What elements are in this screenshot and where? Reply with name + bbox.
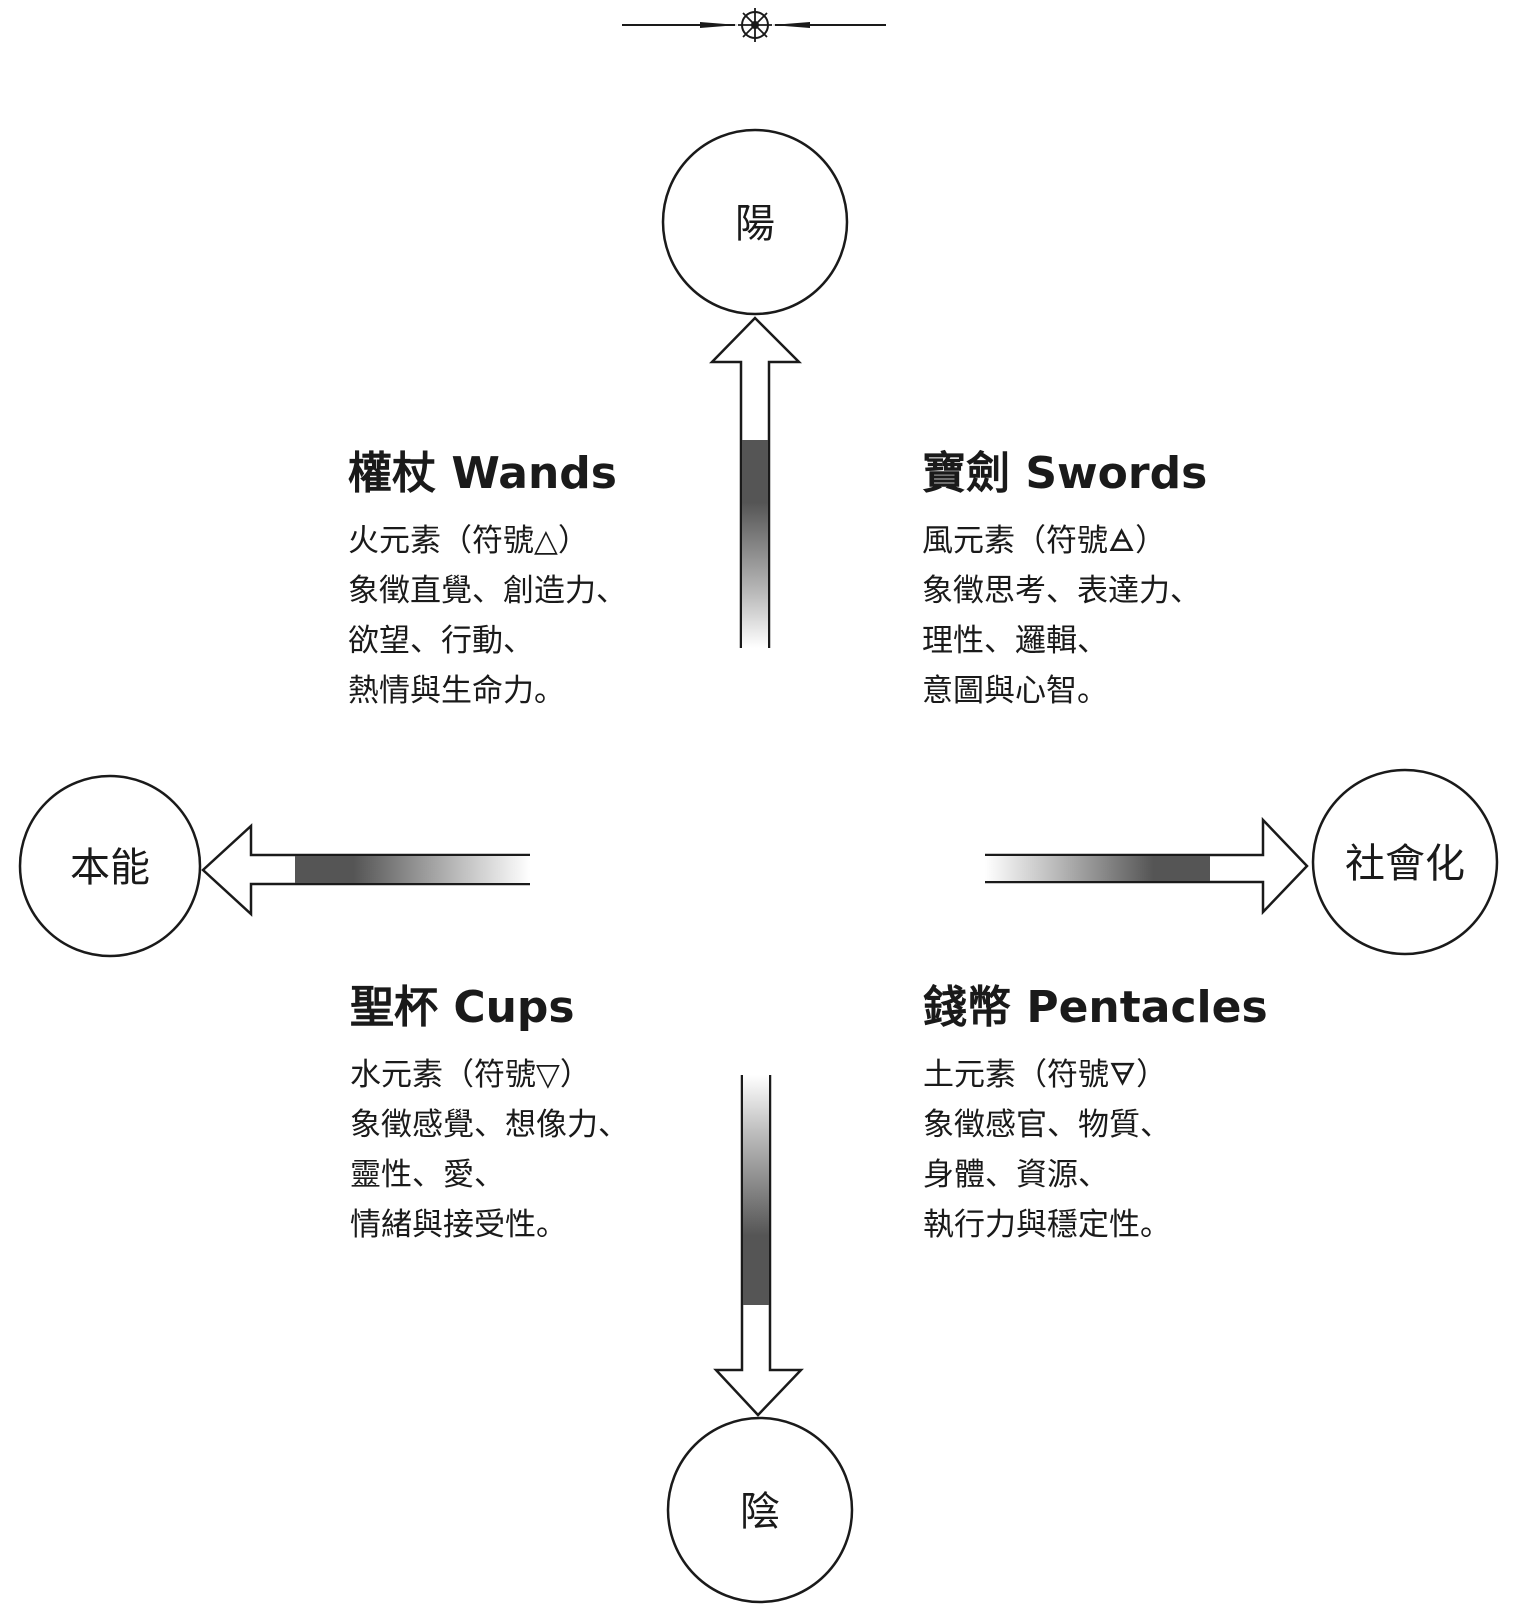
suit-swords: 寶劍 Swords 風元素（符號🜁） 象徵思考、表達力、 理性、邏輯、 意圖與心… <box>922 446 1302 716</box>
suit-pentacles-title: 錢幣 Pentacles <box>923 982 1268 1033</box>
tarot-elements-diagram: 陽 陰 本能 社會化 <box>18 8 1499 1604</box>
suit-cups-line: 情緒與接受性。 <box>350 1207 567 1243</box>
suit-wands-title: 權杖 Wands <box>348 448 617 499</box>
compass-wheel-icon <box>622 8 886 42</box>
suit-wands-line: 欲望、行動、 <box>348 623 534 659</box>
node-yin: 陰 <box>666 1416 854 1604</box>
node-socialization: 社會化 <box>1311 768 1499 956</box>
suit-pentacles-line: 象徵感官、物質、 <box>923 1107 1171 1143</box>
suit-cups-line: 靈性、愛、 <box>350 1157 505 1193</box>
suit-cups-line: 水元素（符號▽） <box>350 1057 591 1093</box>
suit-pentacles-line: 執行力與穩定性。 <box>923 1207 1171 1243</box>
suit-wands: 權杖 Wands 火元素（符號△） 象徵直覺、創造力、 欲望、行動、 熱情與生命… <box>348 446 728 716</box>
suit-cups: 聖杯 Cups 水元素（符號▽） 象徵感覺、想像力、 靈性、愛、 情緒與接受性。 <box>350 980 730 1250</box>
suit-wands-line: 象徵直覺、創造力、 <box>348 573 627 609</box>
suit-wands-line: 熱情與生命力。 <box>348 673 565 709</box>
suit-cups-title: 聖杯 Cups <box>350 982 575 1033</box>
suit-cups-line: 象徵感覺、想像力、 <box>350 1107 629 1143</box>
suit-wands-line: 火元素（符號△） <box>348 523 589 559</box>
suit-swords-title: 寶劍 Swords <box>922 448 1208 499</box>
suit-swords-line: 意圖與心智。 <box>922 673 1108 709</box>
arrow-left-to-instinct <box>201 823 530 917</box>
suit-pentacles-line: 土元素（符號🜃） <box>923 1057 1168 1093</box>
suit-pentacles: 錢幣 Pentacles 土元素（符號🜃） 象徵感官、物質、 身體、資源、 執行… <box>923 980 1303 1250</box>
node-yang: 陽 <box>661 128 849 316</box>
node-instinct-label: 本能 <box>70 845 150 891</box>
suit-swords-line: 風元素（符號🜁） <box>922 523 1167 559</box>
node-yang-label: 陽 <box>735 201 775 247</box>
suit-swords-line: 象徵思考、表達力、 <box>922 573 1201 609</box>
node-socialization-label: 社會化 <box>1345 841 1465 887</box>
arrow-right-to-socialization <box>985 816 1309 916</box>
suit-pentacles-line: 身體、資源、 <box>923 1157 1109 1193</box>
suit-swords-line: 理性、邏輯、 <box>922 623 1108 659</box>
node-yin-label: 陰 <box>740 1489 780 1535</box>
node-instinct: 本能 <box>18 774 202 958</box>
